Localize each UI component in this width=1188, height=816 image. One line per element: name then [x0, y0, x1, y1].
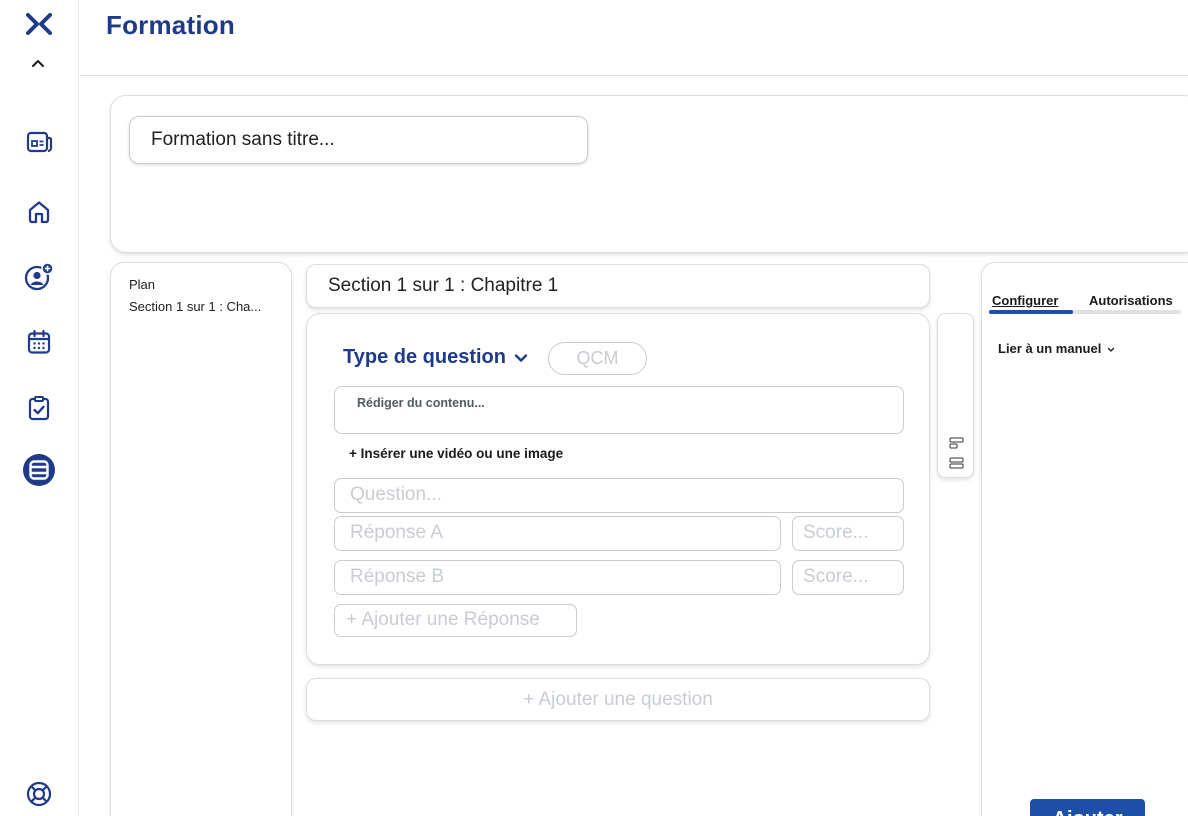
training-title-card: Formation sans titre... — [110, 95, 1188, 253]
clipboard-check-icon[interactable] — [24, 393, 54, 423]
insert-media-button[interactable]: + Insérer une vidéo ou une image — [349, 446, 563, 461]
chevron-down-icon — [1107, 347, 1115, 352]
answer-a-input[interactable]: Réponse A — [334, 516, 781, 551]
chevron-up-icon[interactable] — [29, 55, 47, 71]
tab-configurer[interactable]: Configurer — [992, 293, 1058, 308]
page-title: Formation — [106, 10, 235, 40]
user-add-icon[interactable] — [24, 262, 54, 292]
section-title[interactable]: Section 1 sur 1 : Chapitre 1 — [328, 275, 558, 297]
app-logo-icon[interactable] — [25, 11, 53, 37]
question-type-dropdown[interactable]: Type de question — [343, 346, 528, 369]
config-panel: Configurer Autorisations Lier à un manue… — [981, 262, 1188, 816]
training-title-input[interactable]: Formation sans titre... — [129, 116, 588, 164]
content-placeholder: Rédiger du contenu... — [357, 396, 485, 410]
link-manual-dropdown[interactable]: Lier à un manuel — [998, 341, 1115, 356]
active-tab-indicator — [989, 310, 1073, 314]
plan-item-section-1[interactable]: Section 1 sur 1 : Cha... — [129, 299, 261, 314]
tab-autorisations[interactable]: Autorisations — [1089, 293, 1173, 308]
page-header: Formation — [80, 0, 1188, 76]
add-question-button[interactable]: + Ajouter une question — [306, 678, 930, 721]
content-editor[interactable]: Rédiger du contenu... — [334, 386, 904, 434]
question-type-value: QCM — [548, 342, 647, 375]
add-title-block-icon[interactable] — [949, 436, 964, 449]
add-section-block-icon[interactable] — [949, 456, 964, 469]
question-card: Type de question QCM Rédiger du contenu.… — [306, 313, 930, 665]
newspaper-icon[interactable] — [24, 127, 54, 157]
submit-add-button[interactable]: Ajouter — [1030, 799, 1145, 816]
question-type-label: Type de question — [343, 346, 506, 368]
plan-panel: Plan Section 1 sur 1 : Cha... — [110, 262, 292, 816]
help-lifebuoy-icon[interactable] — [24, 779, 54, 809]
add-answer-button[interactable]: + Ajouter une Réponse — [334, 604, 577, 637]
answer-b-input[interactable]: Réponse B — [334, 560, 781, 595]
editor-mini-toolbar — [937, 313, 974, 478]
answer-a-score-input[interactable]: Score... — [792, 516, 904, 551]
chevron-down-icon — [514, 353, 528, 362]
training-icon[interactable] — [22, 453, 56, 487]
plan-title: Plan — [129, 277, 156, 292]
sidebar — [0, 0, 79, 816]
link-manual-label: Lier à un manuel — [998, 341, 1102, 356]
home-icon[interactable] — [24, 197, 54, 227]
section-header-card: Section 1 sur 1 : Chapitre 1 — [306, 264, 930, 308]
calendar-icon[interactable] — [24, 327, 54, 357]
question-input[interactable]: Question... — [334, 478, 904, 513]
answer-b-score-input[interactable]: Score... — [792, 560, 904, 595]
